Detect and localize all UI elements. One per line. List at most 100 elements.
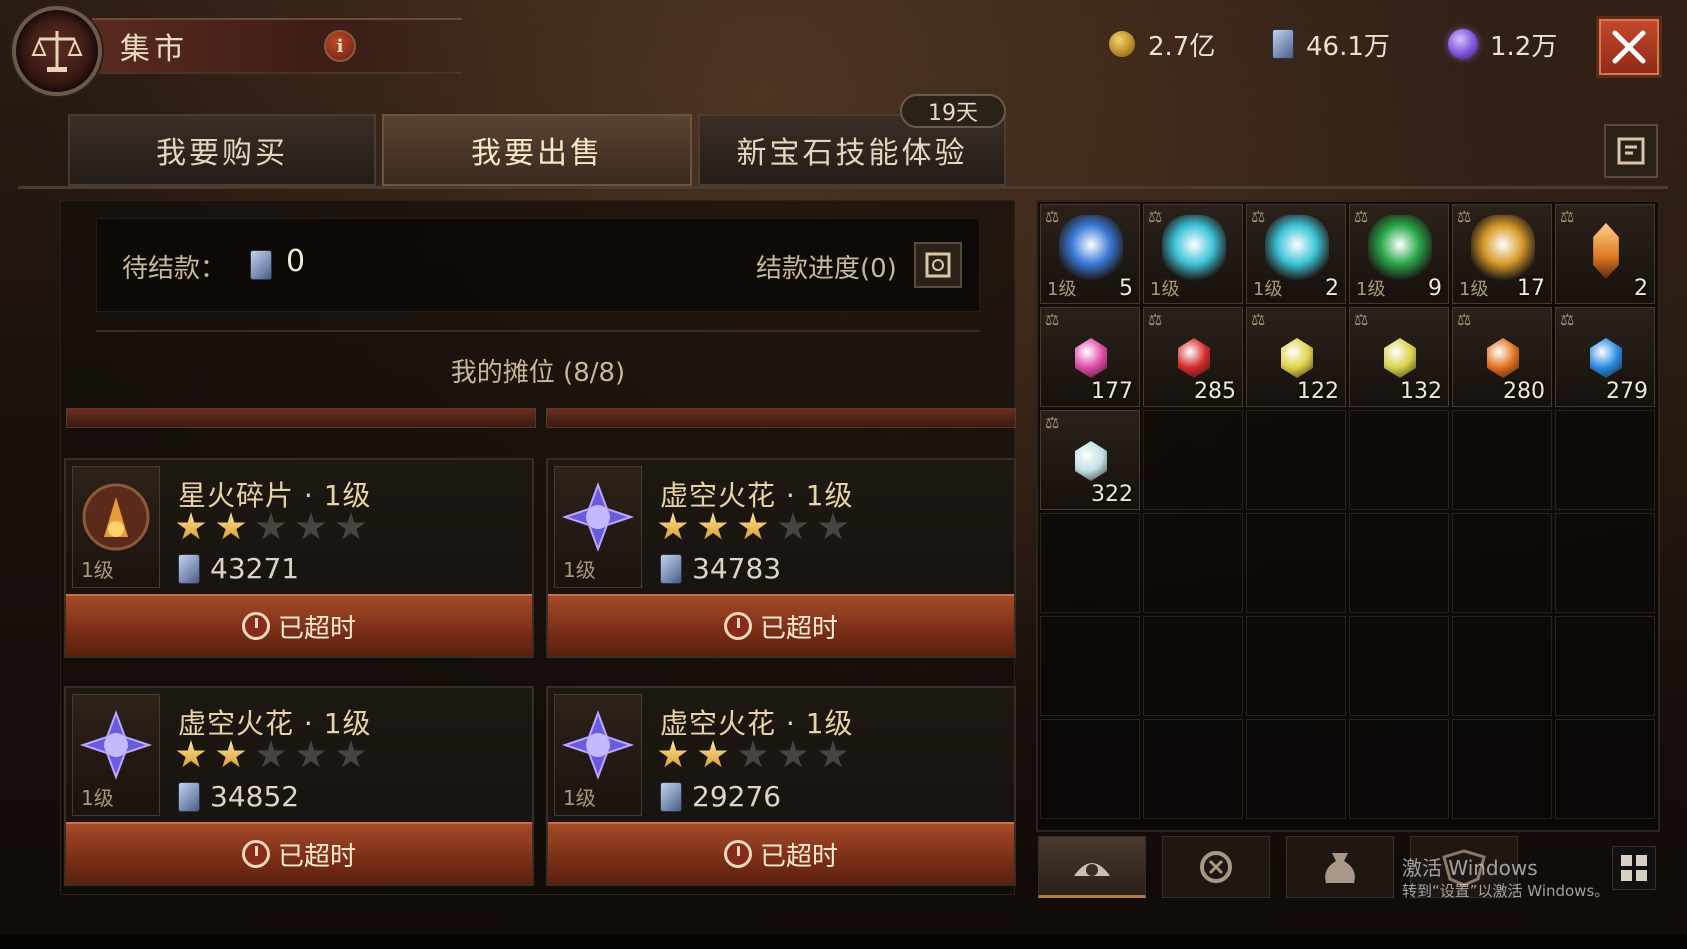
empty-slot[interactable] — [1555, 616, 1655, 716]
gem-icon — [1075, 441, 1107, 481]
status-label: 已超时 — [759, 613, 838, 644]
empty-slot[interactable] — [1246, 513, 1346, 613]
star-icon — [216, 740, 246, 768]
empty-slot[interactable] — [1040, 719, 1140, 819]
ticket-icon — [250, 250, 272, 280]
price-value: 34852 — [210, 780, 300, 813]
tab-sell[interactable]: 我要出售 — [382, 114, 692, 186]
empty-slot[interactable] — [1452, 616, 1552, 716]
close-button[interactable] — [1596, 16, 1662, 78]
empty-slot[interactable] — [1349, 410, 1449, 510]
inventory-slot[interactable]: ⚖ 177 — [1040, 307, 1140, 407]
item-count: 2 — [1634, 276, 1648, 301]
empty-slot[interactable] — [1555, 410, 1655, 510]
item-count: 285 — [1194, 379, 1236, 404]
inventory-slot[interactable]: ⚖ 132 — [1349, 307, 1449, 407]
empty-slot[interactable] — [1143, 719, 1243, 819]
star-rating — [658, 740, 848, 770]
stall-title: 我的摊位 (8/8) — [450, 358, 626, 388]
expired-button[interactable]: 已超时 — [66, 594, 532, 656]
info-icon[interactable]: i — [324, 30, 356, 62]
empty-slot[interactable] — [1143, 410, 1243, 510]
tradable-scale-icon: ⚖ — [1045, 207, 1060, 226]
grid-icon — [1621, 855, 1632, 866]
expired-button[interactable]: 已超时 — [66, 822, 532, 884]
item-name: 虚空火花 · 1级 — [660, 707, 854, 740]
star-rating — [658, 512, 848, 542]
inventory-slot[interactable]: ⚖ 1级 — [1143, 204, 1243, 304]
listing-card[interactable]: 1级 星火碎片 · 1级 43271 已超时 — [64, 458, 534, 658]
pending-value: 0 — [286, 244, 306, 279]
star-icon — [256, 512, 286, 540]
empty-slot[interactable] — [1555, 719, 1655, 819]
listing-card[interactable]: 1级 虚空火花 · 1级 29276 已超时 — [546, 686, 1016, 886]
empty-slot[interactable] — [1555, 513, 1655, 613]
item-count: 279 — [1606, 379, 1648, 404]
item-thumbnail: 1级 — [554, 466, 642, 588]
clock-icon — [241, 612, 270, 640]
inventory-slot[interactable]: ⚖ 2 — [1555, 204, 1655, 304]
expired-button[interactable]: 已超时 — [548, 594, 1014, 656]
gem-icon — [1590, 338, 1622, 378]
ticket-icon — [1272, 29, 1294, 59]
item-level: 1级 — [81, 786, 114, 810]
empty-slot[interactable] — [1452, 410, 1552, 510]
empty-slot[interactable] — [1349, 719, 1449, 819]
inventory-slot[interactable]: ⚖ 1级 9 — [1349, 204, 1449, 304]
tab-buy[interactable]: 我要购买 — [68, 114, 376, 186]
listing-card[interactable]: 1级 虚空火花 · 1级 34783 已超时 — [546, 458, 1016, 658]
screen-bottom-edge — [0, 935, 1687, 949]
grid-menu-button[interactable] — [1612, 846, 1656, 890]
item-level: 1级 — [81, 558, 114, 582]
empty-slot[interactable] — [1040, 513, 1140, 613]
tradable-scale-icon: ⚖ — [1148, 310, 1163, 329]
rune-tab[interactable] — [1162, 836, 1270, 898]
inventory-slot[interactable]: ⚖ 1级 17 — [1452, 204, 1552, 304]
item-name: 虚空火花 · 1级 — [660, 479, 854, 512]
item-price: 43271 — [178, 552, 299, 585]
item-count: 122 — [1297, 379, 1339, 404]
pouch-icon — [1325, 853, 1355, 883]
empty-slot[interactable] — [1452, 719, 1552, 819]
empty-slot[interactable] — [1349, 513, 1449, 613]
item-price: 34852 — [178, 780, 299, 813]
empty-slot[interactable] — [1246, 410, 1346, 510]
inventory-slot[interactable]: ⚖ 122 — [1246, 307, 1346, 407]
pouch-tab[interactable] — [1286, 836, 1394, 898]
listing-card[interactable]: 1级 虚空火花 · 1级 34852 已超时 — [64, 686, 534, 886]
clock-icon — [723, 612, 752, 640]
gem-bag-tab[interactable] — [1038, 836, 1146, 898]
legendary-gem-icon — [1162, 215, 1226, 281]
star-icon — [818, 512, 848, 540]
item-count: 17 — [1517, 276, 1545, 301]
inventory-slot[interactable]: ⚖ 280 — [1452, 307, 1552, 407]
history-button[interactable] — [1604, 124, 1658, 178]
inventory-slot[interactable]: ⚖ 322 — [1040, 410, 1140, 510]
inventory-slot[interactable]: ⚖ 279 — [1555, 307, 1655, 407]
tradable-scale-icon: ⚖ — [1560, 207, 1575, 226]
empty-slot[interactable] — [1143, 616, 1243, 716]
empty-slot[interactable] — [1349, 616, 1449, 716]
expired-button[interactable]: 已超时 — [548, 822, 1014, 884]
star-icon — [658, 512, 688, 540]
legendary-gem-icon — [1265, 215, 1329, 281]
payment-progress-button[interactable] — [914, 242, 962, 288]
item-level: 1级 — [563, 786, 596, 810]
ticket-icon — [660, 553, 682, 584]
inventory-slot[interactable]: ⚖ 1级 5 — [1040, 204, 1140, 304]
empty-slot[interactable] — [1040, 616, 1140, 716]
empty-slot[interactable] — [1246, 719, 1346, 819]
empty-slot[interactable] — [1452, 513, 1552, 613]
empty-slot[interactable] — [1143, 513, 1243, 613]
empty-slot[interactable] — [1246, 616, 1346, 716]
star-rating — [176, 740, 366, 770]
inventory-slot[interactable]: ⚖ 285 — [1143, 307, 1243, 407]
inventory-slot[interactable]: ⚖ 1级 2 — [1246, 204, 1346, 304]
item-count: 5 — [1119, 276, 1133, 301]
star-icon — [778, 512, 808, 540]
tradable-scale-icon: ⚖ — [1354, 310, 1369, 329]
item-count: 9 — [1428, 276, 1442, 301]
item-thumbnail: 1级 — [72, 694, 160, 816]
item-name: 虚空火花 · 1级 — [178, 707, 372, 740]
star-icon — [698, 512, 728, 540]
